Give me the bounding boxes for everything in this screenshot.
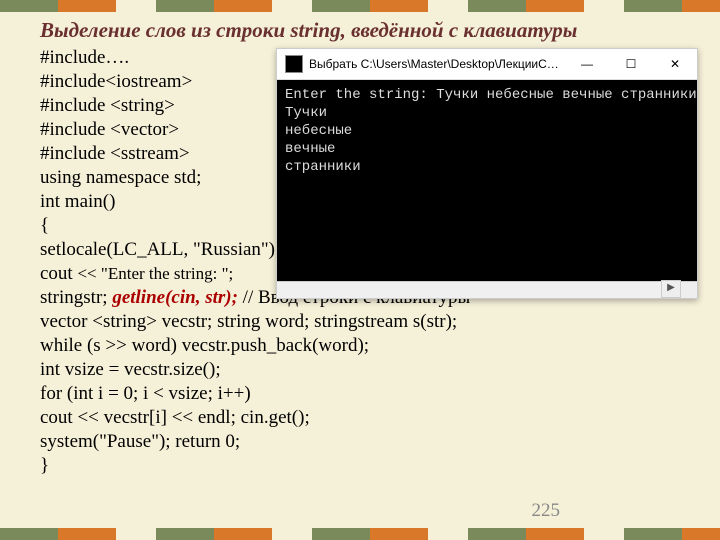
console-app-icon (285, 55, 303, 73)
page-number: 225 (532, 500, 561, 522)
code-line: int vsize = vecstr.size(); (40, 358, 700, 382)
slide-title: Выделение слов из строки string, введённ… (40, 18, 700, 43)
console-titlebar: Выбрать C:\Users\Master\Desktop\ЛекцииC+… (277, 49, 697, 80)
close-button[interactable]: ✕ (653, 49, 697, 79)
console-line: небесные (285, 122, 689, 140)
console-line: вечные (285, 140, 689, 158)
code-line: for (int i = 0; i < vsize; i++) (40, 382, 700, 406)
console-line: Enter the string: Тучки небесные вечные … (285, 86, 689, 104)
decorative-bottom-bar (0, 528, 720, 540)
horizontal-scrollbar-track[interactable] (277, 281, 663, 298)
console-window: Выбрать C:\Users\Master\Desktop\ЛекцииC+… (276, 48, 698, 299)
code-line: while (s >> word) vecstr.push_back(word)… (40, 334, 700, 358)
minimize-button[interactable]: — (565, 49, 609, 79)
console-line: Тучки (285, 104, 689, 122)
maximize-button[interactable]: ☐ (609, 49, 653, 79)
scroll-right-arrow-icon[interactable]: ▶ (661, 280, 681, 298)
console-line: странники (285, 158, 689, 176)
code-line: vector <string> vecstr; string word; str… (40, 310, 700, 334)
decorative-top-bar (0, 0, 720, 12)
console-output: Enter the string: Тучки небесные вечные … (277, 80, 697, 298)
console-title-text: Выбрать C:\Users\Master\Desktop\ЛекцииC+… (309, 57, 565, 71)
code-line: cout << vecstr[i] << endl; cin.get(); (40, 406, 700, 430)
scrollbar-corner (680, 281, 697, 298)
code-line: system("Pause"); return 0; (40, 430, 700, 454)
code-line: } (40, 454, 700, 478)
